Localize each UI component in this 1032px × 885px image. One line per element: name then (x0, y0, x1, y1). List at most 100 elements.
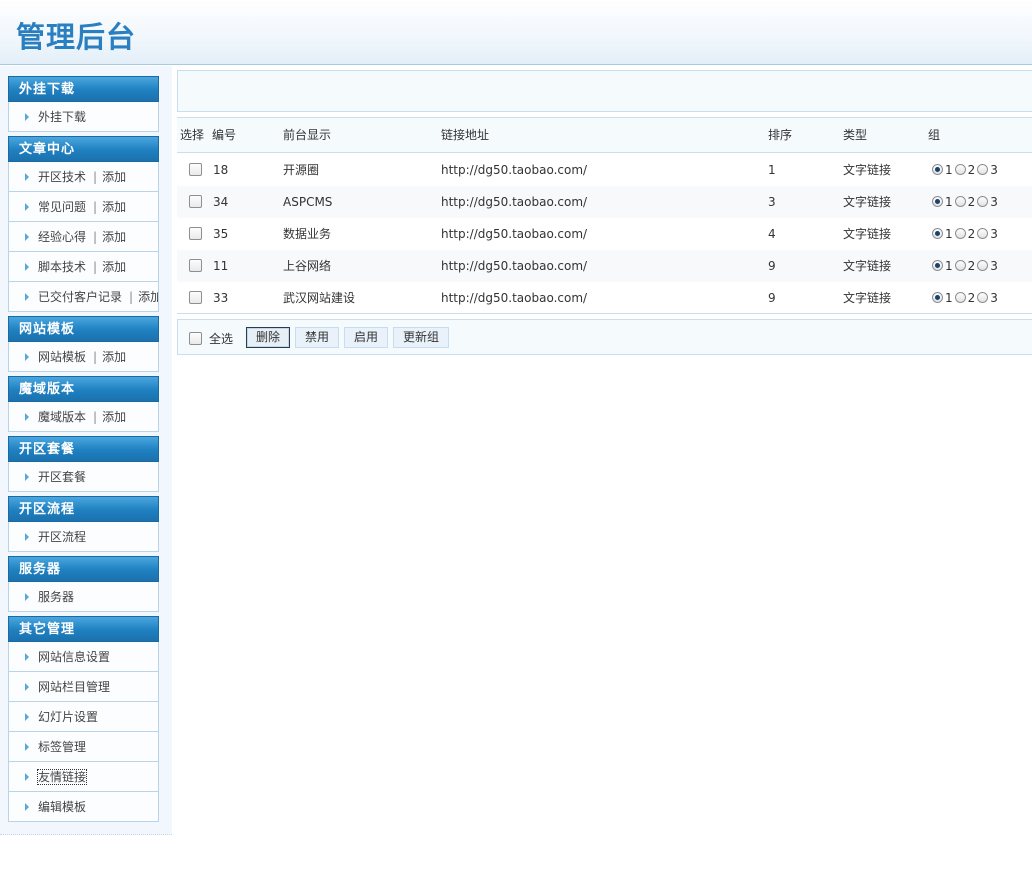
sidebar-item-label[interactable]: 脚本技术 (38, 260, 86, 274)
sidebar-item-edit-template[interactable]: 编辑模板 (8, 792, 159, 822)
row-url: http://dg50.taobao.com/ (441, 195, 588, 209)
group-radio-2[interactable] (954, 228, 966, 239)
sidebar-item-add-link[interactable]: 添加 (102, 200, 126, 214)
sidebar-item-label[interactable]: 魔域版本 (38, 410, 86, 424)
col-name: 前台显示 (283, 128, 332, 142)
group-radio-3[interactable] (977, 196, 989, 207)
sidebar-item-add-link[interactable]: 添加 (102, 170, 126, 184)
row-checkbox[interactable] (189, 259, 202, 272)
row-url: http://dg50.taobao.com/ (441, 227, 588, 241)
sidebar-item-site-columns[interactable]: 网站栏目管理 (8, 672, 159, 702)
delete-button[interactable]: 删除 (246, 327, 291, 348)
sidebar-item-add-link[interactable]: 添加 (102, 230, 126, 244)
sidebar-item-server-tech[interactable]: 开区技术 | 添加 (8, 162, 159, 192)
sidebar-item-label: 开区套餐 (38, 470, 87, 484)
row-group-radios: 123 (932, 186, 1000, 218)
arrow-right-icon (25, 413, 29, 421)
sidebar-item-label: 服务器 (38, 590, 75, 604)
sidebar-group-title[interactable]: 其它管理 (8, 616, 159, 642)
sidebar-group-process: 开区流程 开区流程 (8, 496, 159, 552)
sidebar-item-add-link[interactable]: 添加 (102, 260, 126, 274)
group-radio-1[interactable] (932, 164, 943, 175)
row-checkbox[interactable] (189, 195, 202, 208)
sidebar-item-customer-records[interactable]: 已交付客户记录|添加 (8, 282, 159, 312)
sidebar-item-label: 开区流程 (38, 530, 87, 544)
group-radio-2[interactable] (954, 260, 966, 271)
row-id: 11 (213, 259, 229, 273)
sidebar-group-title[interactable]: 魔域版本 (8, 376, 159, 402)
group-radio-1[interactable] (932, 228, 943, 239)
arrow-right-icon (25, 293, 29, 301)
sidebar-group-title[interactable]: 服务器 (8, 556, 159, 582)
row-id: 35 (213, 227, 229, 241)
sidebar-group-title[interactable]: 网站模板 (8, 316, 159, 342)
sidebar-item-label[interactable]: 常见问题 (38, 200, 86, 214)
sidebar-item-templates[interactable]: 网站模板 | 添加 (8, 342, 159, 372)
sidebar-item-slides[interactable]: 幻灯片设置 (8, 702, 159, 732)
sidebar-item-friend-links[interactable]: 友情链接 (8, 762, 159, 792)
table-row: 11 上谷网络 http://dg50.taobao.com/ 9 文字链接 1… (177, 250, 1032, 282)
sidebar-item-packages[interactable]: 开区套餐 (8, 462, 159, 492)
row-url: http://dg50.taobao.com/ (441, 163, 588, 177)
arrow-right-icon (25, 803, 29, 811)
sidebar-item-add-link[interactable]: 添加 (138, 290, 158, 304)
row-checkbox[interactable] (189, 227, 202, 240)
sidebar-group-articles: 文章中心 开区技术 | 添加 常见问题 | 添加 经验心得 | 添加 脚本技术 | 添加 已交付… (8, 136, 159, 312)
sidebar-item-label[interactable]: 经验心得 (38, 230, 86, 244)
arrow-right-icon (25, 653, 29, 661)
enable-button[interactable]: 启用 (344, 327, 389, 348)
sidebar-group-title[interactable]: 文章中心 (8, 136, 159, 162)
col-url: 链接地址 (441, 128, 490, 142)
sidebar-item-servers[interactable]: 服务器 (8, 582, 159, 612)
row-name: ASPCMS (283, 195, 333, 209)
row-checkbox[interactable] (189, 163, 202, 176)
group-radio-2[interactable] (954, 164, 966, 175)
sidebar-group-title[interactable]: 开区流程 (8, 496, 159, 522)
row-type: 文字链接 (843, 195, 892, 209)
row-type: 文字链接 (843, 259, 892, 273)
sidebar-group-plugin-download: 外挂下载 外挂下载 (8, 76, 159, 132)
sidebar-group-title[interactable]: 外挂下载 (8, 76, 159, 102)
arrow-right-icon (25, 683, 29, 691)
update-group-button[interactable]: 更新组 (393, 327, 450, 348)
group-radio-1[interactable] (932, 196, 943, 207)
sidebar-item-label[interactable]: 网站模板 (38, 350, 86, 364)
toolbar-area (177, 70, 1032, 112)
sidebar-item-plugin-download[interactable]: 外挂下载 (8, 102, 159, 132)
sidebar-item-experience[interactable]: 经验心得 | 添加 (8, 222, 159, 252)
arrow-right-icon (25, 743, 29, 751)
group-radio-3[interactable] (977, 260, 989, 271)
sidebar-group-versions: 魔域版本 魔域版本 | 添加 (8, 376, 159, 432)
sidebar: 外挂下载 外挂下载 文章中心 开区技术 | 添加 常见问题 | 添加 经验心得 | 添加 脚… (0, 66, 172, 835)
group-radio-3[interactable] (977, 228, 989, 239)
sidebar-item-process[interactable]: 开区流程 (8, 522, 159, 552)
sidebar-item-label[interactable]: 已交付客户记录 (38, 290, 122, 304)
select-all-checkbox[interactable] (189, 332, 202, 345)
sidebar-group-title[interactable]: 开区套餐 (8, 436, 159, 462)
sidebar-item-script-tech[interactable]: 脚本技术 | 添加 (8, 252, 159, 282)
arrow-right-icon (25, 263, 29, 271)
sidebar-item-tags[interactable]: 标签管理 (8, 732, 159, 762)
sidebar-item-add-link[interactable]: 添加 (102, 410, 126, 424)
row-name: 上谷网络 (283, 259, 332, 273)
sidebar-item-versions[interactable]: 魔域版本 | 添加 (8, 402, 159, 432)
group-radio-1[interactable] (932, 260, 943, 271)
disable-button[interactable]: 禁用 (295, 327, 340, 348)
group-radio-3[interactable] (977, 164, 989, 175)
links-table: 选择 编号 前台显示 链接地址 排序 类型 组 18 开源圈 http://dg… (177, 117, 1032, 314)
col-type: 类型 (843, 128, 868, 142)
row-checkbox[interactable] (189, 291, 202, 304)
sidebar-item-faq[interactable]: 常见问题 | 添加 (8, 192, 159, 222)
group-radio-2[interactable] (954, 292, 966, 303)
arrow-right-icon (25, 773, 29, 781)
sidebar-item-label[interactable]: 开区技术 (38, 170, 86, 184)
row-order: 4 (768, 227, 776, 241)
group-radio-2[interactable] (954, 196, 966, 207)
group-radio-3[interactable] (977, 292, 989, 303)
sidebar-item-site-info[interactable]: 网站信息设置 (8, 642, 159, 672)
row-order: 3 (768, 195, 776, 209)
row-name: 武汉网站建设 (283, 291, 356, 305)
sidebar-item-add-link[interactable]: 添加 (102, 350, 126, 364)
arrow-right-icon (25, 713, 29, 721)
group-radio-1[interactable] (932, 292, 943, 303)
